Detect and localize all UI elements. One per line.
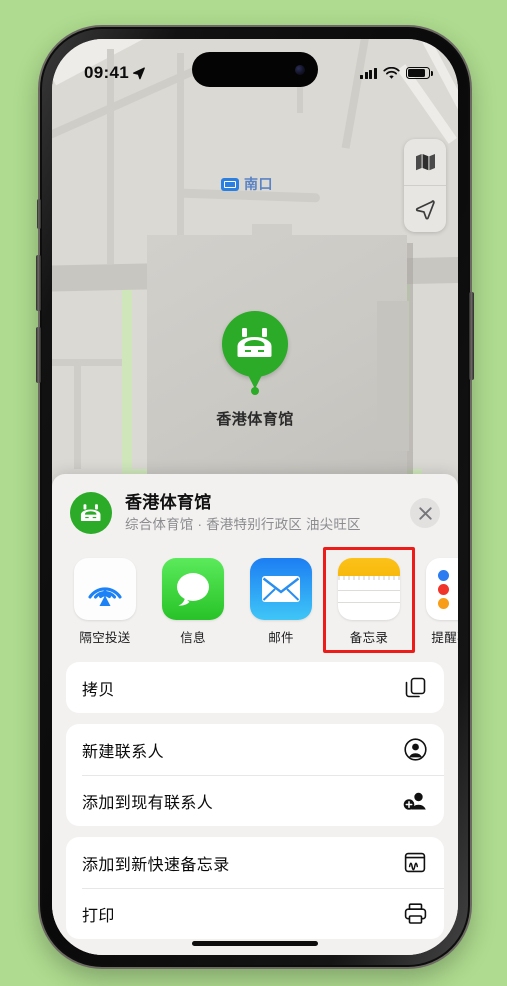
volume-up-button[interactable] [36,255,41,311]
map-transit-label: 南口 [244,176,273,192]
action-label: 添加到现有联系人 [82,794,214,812]
home-indicator[interactable] [192,941,318,946]
notes-rule-line [338,590,400,592]
locate-me-button[interactable] [404,185,446,232]
reminders-dot-blue [438,570,449,581]
dynamic-island [192,52,318,87]
close-button[interactable] [410,498,440,528]
location-arrow-icon [132,67,145,80]
silent-switch[interactable] [37,199,41,229]
reminders-dot-red [438,584,449,595]
action-group: 拷贝 [66,662,444,713]
share-app-label: 邮件 [268,631,294,645]
share-sheet-titles: 香港体育馆 综合体育馆 · 香港特别行政区 油尖旺区 [125,492,410,533]
share-app-label: 隔空投送 [79,631,131,645]
copy-icon [402,677,428,699]
wifi-icon [383,66,400,79]
map-controls [404,139,446,232]
reminders-icon [426,558,458,620]
mail-glyph [262,576,300,602]
share-app-mail[interactable]: 邮件 [250,558,312,646]
stadium-glyph [237,328,272,357]
map-pin-anchor-dot [251,387,259,395]
share-app-label: 信息 [180,631,206,645]
map-style-button[interactable] [404,139,446,185]
quick-note-icon [402,852,428,873]
action-label: 新建联系人 [82,743,165,761]
status-time-group: 09:41 [84,63,146,83]
page-title: 香港体育馆 [125,493,212,513]
action-copy[interactable]: 拷贝 [66,662,444,713]
action-label: 打印 [82,907,115,925]
share-app-messages[interactable]: 信息 [162,558,224,646]
cellular-bars-icon [360,67,377,79]
share-sheet-header: 香港体育馆 综合体育馆 · 香港特别行政区 油尖旺区 [52,474,458,548]
close-icon [418,506,432,520]
share-app-notes[interactable]: 备忘录 [323,547,415,653]
share-sheet: 香港体育馆 综合体育馆 · 香港特别行政区 油尖旺区 隔空投送 信息 邮件 备忘… [52,474,458,955]
iphone-device-frame: 南口 香港体育馆 09:41 香港体育馆 综合体育馆 · 香港特别行政区 油尖旺… [36,27,474,967]
location-arrow-icon [415,200,435,220]
reminders-dot-orange [438,598,449,609]
person-add-icon [402,789,428,812]
share-app-row: 隔空投送 信息 邮件 备忘录 提醒 [52,547,458,653]
stadium-icon [80,503,101,521]
power-button[interactable] [469,292,474,380]
action-label: 拷贝 [82,681,115,699]
share-app-airdrop[interactable]: 隔空投送 [74,558,136,646]
action-group: 添加到新快速备忘录 打印 [66,837,444,939]
share-app-reminders[interactable]: 提醒事项 [426,558,458,646]
stadium-icon [222,311,288,389]
printer-icon [402,903,428,924]
volume-down-button[interactable] [36,327,41,383]
person-circle-icon [402,738,428,761]
phone-screen: 南口 香港体育馆 09:41 香港体育馆 综合体育馆 · 香港特别行政区 油尖旺… [52,39,458,955]
action-add-existing-contact[interactable]: 添加到现有联系人 [66,775,444,826]
folded-map-icon [415,154,435,171]
action-add-quick-note[interactable]: 添加到新快速备忘录 [66,837,444,888]
messages-glyph [177,573,209,606]
mtr-entrance-icon [221,178,239,191]
share-app-label: 提醒事项 [431,631,458,645]
action-group: 新建联系人 添加到现有联系人 [66,724,444,826]
status-time: 09:41 [84,63,129,82]
action-print[interactable]: 打印 [66,888,444,939]
airdrop-icon [74,558,136,620]
battery-full-icon [406,67,433,79]
airdrop-glyph [88,587,122,606]
avatar [70,492,112,534]
status-indicators [360,66,433,80]
front-camera-icon [295,64,305,75]
notes-icon [338,558,400,620]
map-pin-label: 香港体育馆 [216,411,294,428]
notes-header-band [338,558,400,576]
mail-icon [250,558,312,620]
share-app-label: 备忘录 [349,631,389,645]
action-label: 添加到新快速备忘录 [82,856,230,874]
notes-rule-line [338,602,400,604]
notes-perforation [338,576,400,580]
screenshot-stage: 南口 香港体育馆 09:41 香港体育馆 综合体育馆 · 香港特别行政区 油尖旺… [0,0,507,986]
messages-icon [162,558,224,620]
page-subtitle: 综合体育馆 · 香港特别行政区 油尖旺区 [125,516,361,532]
share-action-list: 拷贝 新建联系人 添加到现有联系人 添加到新快速备忘录 打印 [52,652,458,939]
action-new-contact[interactable]: 新建联系人 [66,724,444,775]
map-pin-group[interactable]: 香港体育馆 [52,311,458,429]
